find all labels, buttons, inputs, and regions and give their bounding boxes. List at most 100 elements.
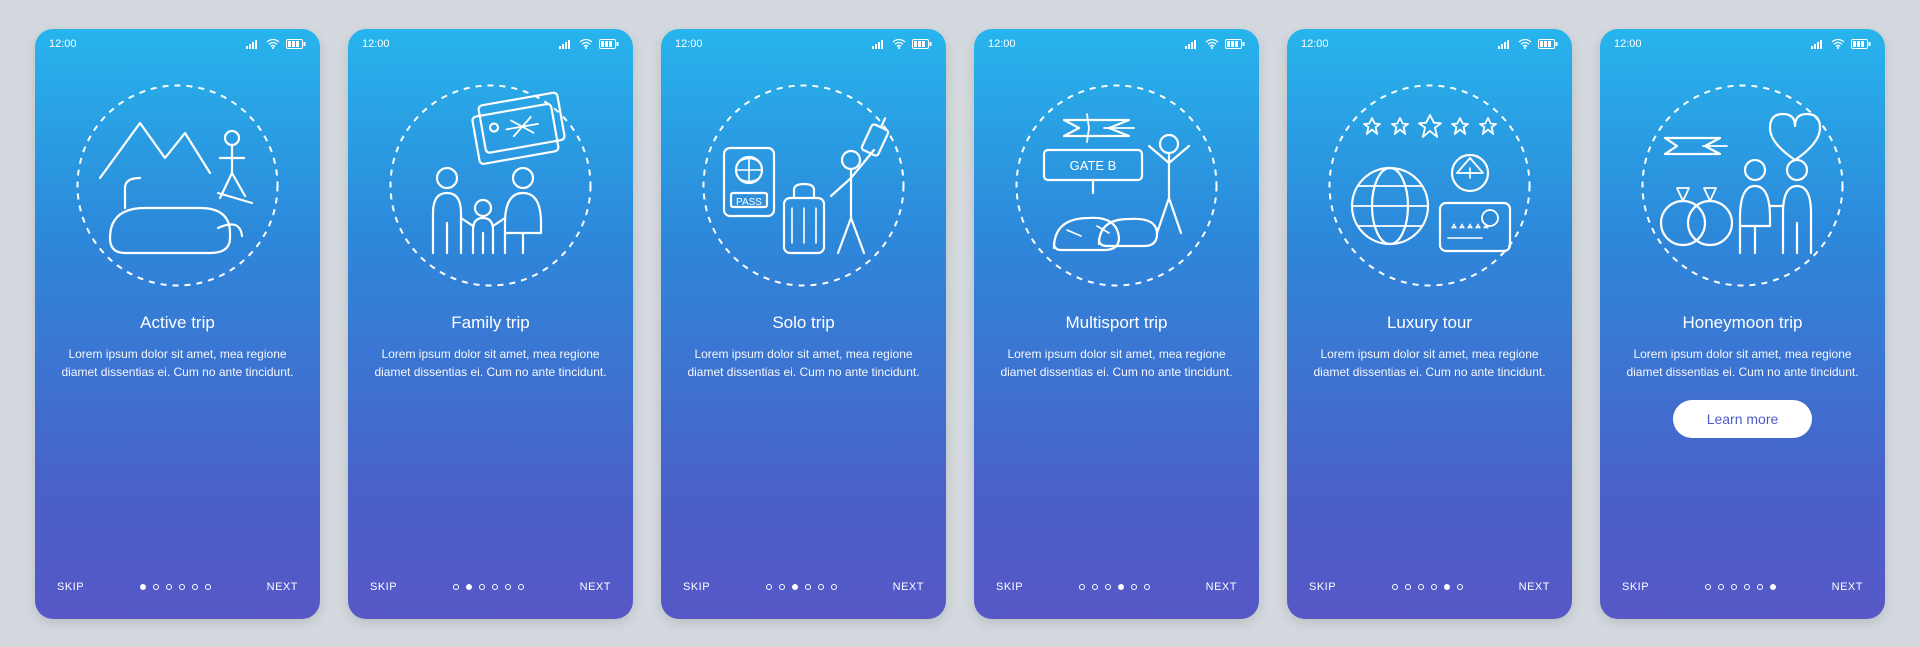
- page-dot[interactable]: [1757, 584, 1763, 590]
- status-icons: [872, 39, 932, 49]
- battery-icon: [599, 39, 619, 49]
- page-dots: [1705, 584, 1776, 590]
- svg-text:GATE B: GATE B: [1070, 158, 1117, 173]
- signal-icon: [1498, 39, 1512, 49]
- screen-title: Family trip: [451, 313, 529, 333]
- skip-button[interactable]: SKIP: [1622, 581, 1649, 593]
- status-icons: [246, 39, 306, 49]
- page-dot[interactable]: [792, 584, 798, 590]
- status-icons: [1498, 39, 1558, 49]
- learn-more-button[interactable]: Learn more: [1673, 400, 1813, 438]
- page-dots: [766, 584, 837, 590]
- next-button[interactable]: NEXT: [267, 581, 298, 593]
- status-bar: 12:00: [974, 29, 1259, 59]
- page-dot[interactable]: [205, 584, 211, 590]
- page-dot[interactable]: [140, 584, 146, 590]
- status-time: 12:00: [988, 38, 1016, 50]
- page-dot[interactable]: [1118, 584, 1124, 590]
- page-dot[interactable]: [766, 584, 772, 590]
- page-dot[interactable]: [479, 584, 485, 590]
- page-dot[interactable]: [1418, 584, 1424, 590]
- next-button[interactable]: NEXT: [580, 581, 611, 593]
- page-dot[interactable]: [1079, 584, 1085, 590]
- page-dot[interactable]: [831, 584, 837, 590]
- content: Multisport trip Lorem ipsum dolor sit am…: [974, 311, 1259, 561]
- screen-title: Honeymoon trip: [1682, 313, 1802, 333]
- screen-desc: Lorem ipsum dolor sit amet, mea regione …: [1624, 345, 1861, 382]
- screen-desc: Lorem ipsum dolor sit amet, mea regione …: [1311, 345, 1548, 382]
- page-dot[interactable]: [466, 584, 472, 590]
- status-time: 12:00: [362, 38, 390, 50]
- page-dot[interactable]: [1444, 584, 1450, 590]
- page-dots: [1392, 584, 1463, 590]
- page-dots: [453, 584, 524, 590]
- page-dot[interactable]: [1405, 584, 1411, 590]
- page-dot[interactable]: [1431, 584, 1437, 590]
- status-time: 12:00: [1614, 38, 1642, 50]
- onboarding-nav: SKIP NEXT: [1287, 561, 1572, 619]
- status-bar: 12:00: [1287, 29, 1572, 59]
- page-dots: [140, 584, 211, 590]
- page-dot[interactable]: [1705, 584, 1711, 590]
- page-dot[interactable]: [1770, 584, 1776, 590]
- onboarding-nav: SKIP NEXT: [661, 561, 946, 619]
- page-dot[interactable]: [153, 584, 159, 590]
- skip-button[interactable]: SKIP: [370, 581, 397, 593]
- battery-icon: [912, 39, 932, 49]
- next-button[interactable]: NEXT: [893, 581, 924, 593]
- page-dot[interactable]: [1718, 584, 1724, 590]
- screen-title: Active trip: [140, 313, 215, 333]
- onboarding-nav: SKIP NEXT: [35, 561, 320, 619]
- svg-text:PASS: PASS: [736, 197, 762, 208]
- page-dot[interactable]: [453, 584, 459, 590]
- page-dot[interactable]: [1457, 584, 1463, 590]
- illustration: [1600, 61, 1885, 311]
- content: Family trip Lorem ipsum dolor sit amet, …: [348, 311, 633, 561]
- wifi-icon: [1518, 39, 1532, 49]
- battery-icon: [1225, 39, 1245, 49]
- page-dot[interactable]: [1144, 584, 1150, 590]
- status-time: 12:00: [1301, 38, 1329, 50]
- skip-button[interactable]: SKIP: [1309, 581, 1336, 593]
- onboarding-screen-multisport: 12:00 GATE B Multisport trip Lor: [974, 29, 1259, 619]
- content: Luxury tour Lorem ipsum dolor sit amet, …: [1287, 311, 1572, 561]
- skip-button[interactable]: SKIP: [996, 581, 1023, 593]
- page-dot[interactable]: [1092, 584, 1098, 590]
- onboarding-screen-solo: 12:00 PASS Solo tr: [661, 29, 946, 619]
- illustration: [35, 61, 320, 311]
- status-time: 12:00: [675, 38, 703, 50]
- page-dot[interactable]: [492, 584, 498, 590]
- status-time: 12:00: [49, 38, 77, 50]
- battery-icon: [286, 39, 306, 49]
- page-dot[interactable]: [1392, 584, 1398, 590]
- next-button[interactable]: NEXT: [1832, 581, 1863, 593]
- page-dot[interactable]: [805, 584, 811, 590]
- onboarding-nav: SKIP NEXT: [974, 561, 1259, 619]
- page-dot[interactable]: [1744, 584, 1750, 590]
- page-dot[interactable]: [1731, 584, 1737, 590]
- status-bar: 12:00: [348, 29, 633, 59]
- honeymoon-trip-icon: [1635, 78, 1850, 293]
- page-dot[interactable]: [779, 584, 785, 590]
- wifi-icon: [266, 39, 280, 49]
- onboarding-screen-active: 12:00 Active trip Lorem ipsum dolor sit …: [35, 29, 320, 619]
- next-button[interactable]: NEXT: [1206, 581, 1237, 593]
- page-dot[interactable]: [1131, 584, 1137, 590]
- content: Active trip Lorem ipsum dolor sit amet, …: [35, 311, 320, 561]
- page-dot[interactable]: [166, 584, 172, 590]
- luxury-tour-icon: [1322, 78, 1537, 293]
- page-dot[interactable]: [1105, 584, 1111, 590]
- page-dot[interactable]: [518, 584, 524, 590]
- page-dot[interactable]: [179, 584, 185, 590]
- page-dot[interactable]: [505, 584, 511, 590]
- skip-button[interactable]: SKIP: [683, 581, 710, 593]
- status-bar: 12:00: [35, 29, 320, 59]
- screen-desc: Lorem ipsum dolor sit amet, mea regione …: [998, 345, 1235, 382]
- next-button[interactable]: NEXT: [1519, 581, 1550, 593]
- screen-title: Solo trip: [772, 313, 834, 333]
- page-dots: [1079, 584, 1150, 590]
- skip-button[interactable]: SKIP: [57, 581, 84, 593]
- page-dot[interactable]: [818, 584, 824, 590]
- page-dot[interactable]: [192, 584, 198, 590]
- illustration: PASS: [661, 61, 946, 311]
